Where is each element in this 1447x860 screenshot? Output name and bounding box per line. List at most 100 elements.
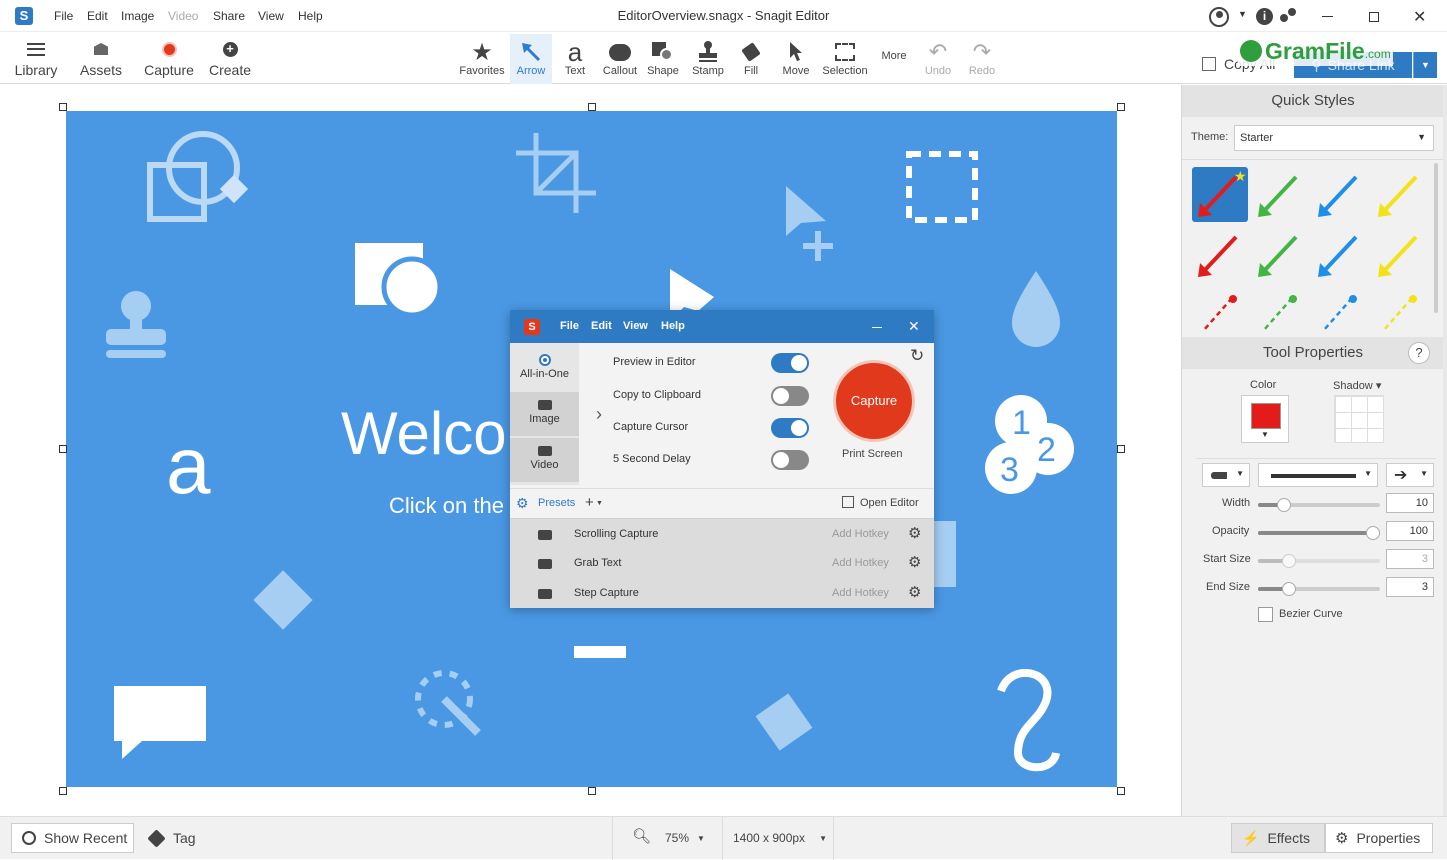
shadow-picker[interactable] — [1334, 395, 1384, 443]
account-dropdown-icon[interactable]: ▼ — [1238, 9, 1247, 19]
start-size-slider[interactable] — [1258, 554, 1380, 568]
capture-menu-edit[interactable]: Edit — [591, 320, 612, 332]
tool-stamp[interactable]: Stamp — [688, 34, 728, 84]
presets-label[interactable]: Presets — [538, 497, 575, 509]
undo-button[interactable]: ↶ Undo — [918, 34, 958, 84]
help-button[interactable]: ? — [1408, 342, 1430, 364]
end-size-slider[interactable] — [1258, 582, 1380, 596]
resize-handle[interactable] — [588, 103, 596, 111]
quick-styles-scrollbar[interactable] — [1434, 163, 1438, 313]
minimize-button[interactable] — [1322, 16, 1333, 17]
capture-menu-help[interactable]: Help — [661, 320, 685, 332]
tool-callout[interactable]: Callout — [598, 34, 642, 84]
menu-help[interactable]: Help — [298, 9, 323, 23]
presets-gear-icon: ⚙ — [516, 495, 529, 511]
preset-row[interactable]: Scrolling Capture Add Hotkey ⚙ — [510, 518, 934, 548]
width-input[interactable]: 10 — [1386, 493, 1434, 513]
assets-button[interactable]: Assets — [70, 36, 132, 78]
share-dropdown-button[interactable]: ▼ — [1413, 52, 1437, 78]
more-button[interactable]: More — [874, 50, 914, 62]
resize-handle[interactable] — [1117, 445, 1125, 453]
capture-toolbar-button[interactable]: Capture — [140, 36, 198, 78]
resize-handle[interactable] — [59, 787, 67, 795]
shadow-label[interactable]: Shadow ▾ — [1333, 379, 1381, 392]
preset-hotkey[interactable]: Add Hotkey — [832, 557, 889, 569]
end-size-input[interactable]: 3 — [1386, 577, 1434, 597]
tool-shape[interactable]: Shape — [643, 34, 683, 84]
zoom-icon[interactable]: 🔍︎ — [632, 827, 651, 845]
properties-button[interactable]: ⚙ Properties — [1325, 823, 1433, 853]
effects-button[interactable]: ⚡ Effects — [1231, 823, 1325, 853]
tag-button[interactable]: Tag — [147, 823, 196, 853]
preset-row[interactable]: Grab Text Add Hotkey ⚙ — [510, 548, 934, 578]
opacity-input[interactable]: 100 — [1386, 521, 1434, 541]
resize-handle[interactable] — [1117, 787, 1125, 795]
capture-menu-view[interactable]: View — [623, 320, 648, 332]
reset-icon[interactable]: ↻ — [910, 346, 924, 366]
toggle-5-second-delay[interactable] — [771, 450, 809, 470]
show-recent-button[interactable]: Show Recent — [11, 823, 134, 853]
image-size-select[interactable]: 1400 x 900px ▼ — [733, 823, 827, 853]
preset-hotkey[interactable]: Add Hotkey — [832, 587, 889, 599]
width-slider[interactable] — [1258, 498, 1380, 512]
resize-handle[interactable] — [588, 787, 596, 795]
tool-arrow[interactable]: Arrow — [510, 34, 552, 84]
toggle-capture-cursor[interactable] — [771, 418, 809, 438]
arrow-end-style-select[interactable]: ➔ ▼ — [1386, 463, 1434, 487]
mode-video[interactable]: Video — [510, 438, 579, 482]
capture-menu-file[interactable]: File — [560, 320, 579, 332]
presets-bar: ⚙ Presets + ▼ Open Editor — [510, 488, 934, 518]
tool-move[interactable]: Move — [776, 34, 816, 84]
preset-hotkey[interactable]: Add Hotkey — [832, 528, 889, 540]
menu-edit[interactable]: Edit — [87, 9, 108, 23]
preset-row[interactable]: Step Capture Add Hotkey ⚙ — [510, 578, 934, 608]
resize-handle[interactable] — [1117, 103, 1125, 111]
account-icon[interactable] — [1209, 7, 1229, 27]
capture-window-titlebar: S File Edit View Help ✕ — [510, 310, 934, 343]
toggle-preview-in-editor[interactable] — [771, 353, 809, 373]
restore-button[interactable] — [1369, 12, 1379, 22]
opacity-slider[interactable] — [1258, 526, 1380, 540]
resize-handle[interactable] — [59, 103, 67, 111]
feedback-icon[interactable] — [1280, 8, 1298, 24]
tool-fill[interactable]: Fill — [733, 34, 769, 84]
menu-file[interactable]: File — [54, 9, 73, 23]
toggle-copy-to-clipboard[interactable] — [771, 386, 809, 406]
color-picker[interactable]: ▼ — [1241, 395, 1289, 443]
line-style-select[interactable]: ▼ — [1258, 463, 1378, 487]
redo-button[interactable]: ↷ Redo — [962, 34, 1002, 84]
menu-image[interactable]: Image — [121, 9, 154, 23]
capture-minimize-button[interactable] — [872, 327, 882, 328]
capture-big-button[interactable]: Capture — [833, 360, 915, 442]
tool-favorites[interactable]: ★ Favorites — [455, 34, 509, 84]
arrow-start-style-select[interactable]: ▼ — [1202, 463, 1250, 487]
expand-chevron-icon[interactable]: › — [596, 404, 602, 425]
menu-share[interactable]: Share — [213, 9, 245, 23]
preset-gear-icon[interactable]: ⚙ — [908, 583, 921, 601]
menu-view[interactable]: View — [258, 9, 284, 23]
right-panel: Quick Styles Theme: Starter ▼ ★ Tool Pro… — [1181, 85, 1444, 816]
tool-selection[interactable]: Selection — [818, 34, 872, 84]
right-panel-scrollbar[interactable] — [1443, 85, 1447, 816]
resize-handle[interactable] — [59, 445, 67, 453]
add-preset-dropdown-icon[interactable]: ▼ — [596, 500, 603, 507]
preset-gear-icon[interactable]: ⚙ — [908, 553, 921, 571]
mode-image[interactable]: Image — [510, 392, 579, 436]
svg-text:a: a — [166, 421, 211, 510]
capture-window: S File Edit View Help ✕ All-in-One Image… — [510, 310, 934, 608]
width-label: Width — [1222, 497, 1251, 509]
library-button[interactable]: Library — [10, 36, 62, 78]
capture-close-button[interactable]: ✕ — [908, 318, 920, 335]
theme-select[interactable]: Starter ▼ — [1234, 125, 1434, 151]
bezier-curve-checkbox[interactable] — [1258, 607, 1273, 622]
tool-text[interactable]: a Text — [556, 34, 594, 84]
mode-all-in-one[interactable]: All-in-One — [510, 350, 579, 388]
open-editor-link[interactable]: Open Editor — [860, 497, 919, 509]
info-icon[interactable]: i — [1256, 8, 1273, 25]
create-button[interactable]: + Create — [205, 36, 255, 78]
zoom-select[interactable]: 75% ▼ — [665, 823, 705, 853]
preset-gear-icon[interactable]: ⚙ — [908, 524, 921, 542]
add-preset-button[interactable]: + — [585, 494, 594, 511]
close-button[interactable]: ✕ — [1413, 7, 1426, 27]
start-size-input[interactable]: 3 — [1386, 549, 1434, 569]
